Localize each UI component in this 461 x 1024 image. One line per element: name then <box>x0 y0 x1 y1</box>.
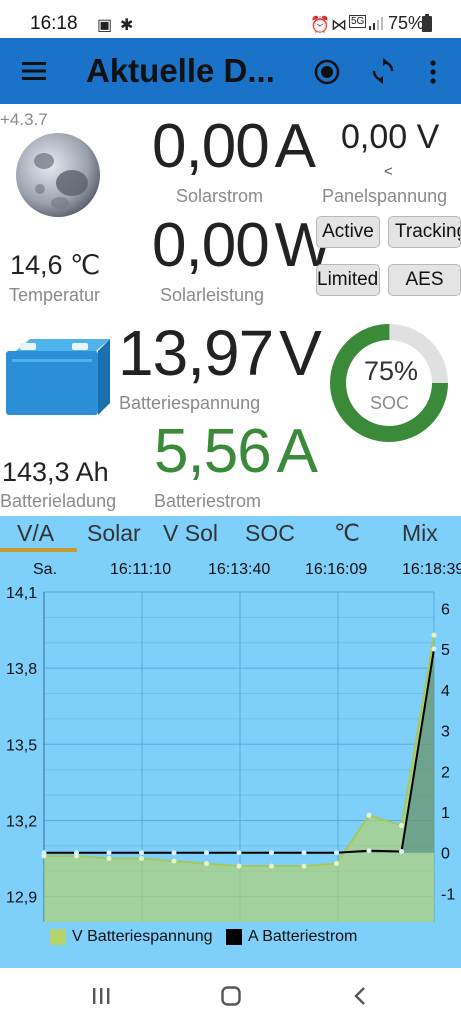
active-button[interactable]: Active <box>316 216 380 248</box>
battery-voltage-value: 13,97V <box>118 317 322 389</box>
voltage-point <box>269 863 274 869</box>
voltage-point <box>366 812 372 818</box>
battery-icon <box>422 14 432 32</box>
voltage-point <box>399 823 404 829</box>
temperature-label: Temperatur <box>9 285 101 305</box>
bluetooth-icon: ⋈ <box>331 17 347 34</box>
tab-va[interactable]: V/A <box>17 520 54 547</box>
battery-image <box>6 339 110 415</box>
solar-power-label: Solarleistung <box>160 285 265 305</box>
current-point <box>301 850 307 856</box>
home-icon[interactable] <box>221 986 241 1006</box>
solar-current-value: 0,00A <box>152 112 316 181</box>
time-label: 16:11:10 <box>110 561 172 578</box>
tab-temperature[interactable]: ℃ <box>334 520 360 547</box>
y-tick-label-right: 5 <box>441 642 450 659</box>
more-options-icon[interactable] <box>429 59 437 85</box>
y-tick-label-left: 13,8 <box>6 661 37 678</box>
battery-chart[interactable]: 14,1 13,8 13,5 13,2 12,9 6 5 4 3 2 1 0 -1 <box>0 580 461 925</box>
voltage-point <box>334 861 339 867</box>
back-icon[interactable] <box>353 986 367 1006</box>
time-label: 16:18:39 <box>402 561 461 578</box>
signal-icon <box>369 17 383 30</box>
panel-voltage-label: Panelspannung <box>322 186 448 206</box>
limited-button[interactable]: Limited <box>316 264 380 296</box>
y-tick-label-right: 2 <box>441 764 450 781</box>
gallery-icon: ▣ <box>97 17 113 34</box>
soc-value: 75% <box>364 356 419 386</box>
nav-bar <box>0 968 461 1024</box>
current-point <box>366 848 372 854</box>
series-voltage-area <box>44 635 434 922</box>
time-label: 16:16:09 <box>305 561 368 578</box>
current-point <box>334 850 339 856</box>
tab-soc[interactable]: SOC <box>245 520 295 547</box>
current-point <box>236 850 242 856</box>
current-point <box>399 849 404 855</box>
legend-voltage: V Batteriespannung <box>72 928 213 945</box>
tab-mix[interactable]: Mix <box>402 520 438 547</box>
y-tick-label-right: -1 <box>441 886 455 903</box>
legend-current: A Batteriestrom <box>248 928 358 945</box>
current-point <box>269 850 274 856</box>
current-point <box>431 646 437 652</box>
soc-label: SOC <box>370 393 410 413</box>
time-label: 16:13:40 <box>208 561 271 578</box>
current-point <box>106 850 112 856</box>
tab-v-sol[interactable]: V Sol <box>163 520 218 547</box>
tab-indicator <box>0 548 77 552</box>
y-tick-label-right: 4 <box>441 683 450 700</box>
network-badge: 5G <box>349 15 367 28</box>
voltage-point <box>139 856 144 862</box>
alarm-icon: ⏰ <box>310 17 330 34</box>
tab-solar[interactable]: Solar <box>87 520 141 547</box>
voltage-point <box>204 861 209 867</box>
temperature-value: 14,6 ℃ <box>10 250 101 280</box>
status-bar: 16:18 ▣ ✱ ⏰ ⋈ 5G 75% <box>0 0 461 38</box>
voltage-point <box>171 858 177 864</box>
panel-voltage-value: 0,00 V <box>341 118 440 156</box>
current-point <box>204 850 209 856</box>
y-tick-label-left: 13,5 <box>6 737 37 754</box>
menu-icon[interactable] <box>22 62 46 80</box>
aes-button[interactable]: AES <box>388 264 461 296</box>
battery-voltage-label: Batteriespannung <box>119 393 261 413</box>
voltage-point <box>431 632 437 638</box>
recent-apps-icon[interactable] <box>93 988 111 1004</box>
solar-power-value: 0,00W <box>152 211 333 280</box>
voltage-point <box>301 863 307 869</box>
battery-charge-label: Batterieladung <box>0 491 117 511</box>
battery-percent: 75% <box>388 13 425 33</box>
battery-charge-value: 143,3 Ah <box>2 457 109 487</box>
y-tick-label-right: 3 <box>441 724 450 741</box>
panel-indicator: < <box>384 163 393 180</box>
legend-swatch-voltage <box>50 929 66 945</box>
current-point <box>41 850 47 856</box>
voltage-point <box>236 863 242 869</box>
runner-icon: ✱ <box>120 17 134 34</box>
y-tick-label-right: 1 <box>441 805 450 822</box>
version-label: +4.3.7 <box>0 110 48 129</box>
battery-current-value: 5,56A <box>154 417 318 486</box>
moon-icon <box>16 133 100 217</box>
solar-current-label: Solarstrom <box>176 186 264 206</box>
battery-current-label: Batteriestrom <box>154 491 262 511</box>
app-bar: Aktuelle D... <box>0 38 461 104</box>
page-title: Aktuelle D... <box>86 52 275 89</box>
status-time: 16:18 <box>30 13 78 34</box>
current-point <box>171 850 177 856</box>
current-point <box>74 850 79 856</box>
y-tick-label-right: 0 <box>441 846 450 863</box>
record-icon[interactable] <box>314 59 340 85</box>
y-tick-label-left: 13,2 <box>6 813 37 830</box>
y-tick-label-left: 14,1 <box>6 585 37 602</box>
tracking-button[interactable]: Tracking <box>388 216 461 248</box>
voltage-point <box>106 856 112 862</box>
y-tick-label-right: 6 <box>441 601 450 618</box>
legend-swatch-current <box>226 929 242 945</box>
refresh-icon[interactable] <box>370 58 396 86</box>
current-point <box>139 850 144 856</box>
time-label: Sa. <box>33 561 58 578</box>
y-tick-label-left: 12,9 <box>6 890 37 907</box>
